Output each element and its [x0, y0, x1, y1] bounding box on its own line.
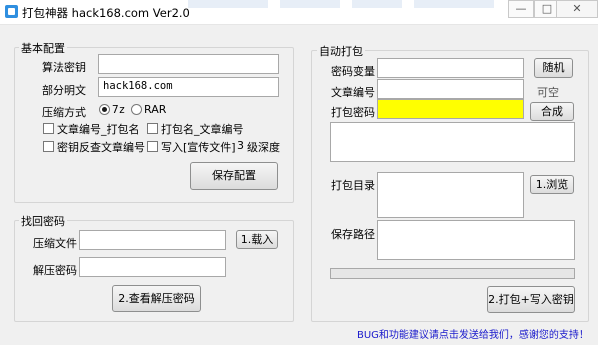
blurred-tab: [188, 0, 268, 8]
save-path-label: 保存路径: [331, 228, 375, 241]
blurred-tab: [414, 0, 494, 8]
window-title: 打包神器 hack168.com Ver2.0: [22, 6, 190, 20]
compressed-file-label: 压缩文件: [33, 237, 77, 250]
auto-pack-title: 自动打包: [317, 43, 365, 59]
algo-key-input[interactable]: [98, 54, 279, 74]
checkbox-pack-num-label: 打包名_文章编号: [161, 123, 244, 136]
checkbox-write-promo-label: 写入[宣传文件]: [161, 141, 236, 154]
plaintext-label: 部分明文: [42, 84, 86, 97]
save-config-button[interactable]: 保存配置: [190, 162, 278, 190]
password-var-label: 密码变量: [331, 65, 375, 78]
unzip-password-label: 解压密码: [33, 264, 77, 277]
checkbox-key-lookup-label: 密钥反查文章编号: [57, 141, 145, 154]
depth-suffix: 级深度: [247, 141, 280, 154]
output-textarea[interactable]: [330, 122, 575, 162]
blurred-tab: [352, 0, 402, 8]
checkbox-num-pack-label: 文章编号_打包名: [57, 123, 140, 136]
close-button[interactable]: ✕: [556, 0, 598, 18]
pack-password-label: 打包密码: [331, 106, 375, 119]
unzip-password-input[interactable]: [79, 257, 226, 277]
pack-dir-input[interactable]: [377, 172, 524, 218]
checkbox-pack-num[interactable]: [147, 123, 158, 134]
browse-button[interactable]: 1.浏览: [530, 175, 574, 194]
view-password-button[interactable]: 2.查看解压密码: [112, 285, 201, 312]
radio-rar[interactable]: [131, 104, 142, 115]
basic-config-title: 基本配置: [19, 40, 67, 56]
checkbox-write-promo[interactable]: [147, 141, 158, 152]
minimize-button[interactable]: —: [508, 0, 534, 18]
save-path-input[interactable]: [377, 220, 575, 260]
combine-button[interactable]: 合成: [530, 102, 574, 121]
checkbox-num-pack[interactable]: [43, 123, 54, 134]
feedback-link[interactable]: BUG和功能建议请点击发送给我们，感谢您的支持！: [357, 326, 589, 341]
password-var-input[interactable]: [377, 58, 524, 78]
blurred-tab: [280, 0, 340, 8]
article-number-input[interactable]: [377, 79, 524, 99]
algo-key-label: 算法密钥: [42, 61, 86, 74]
progress-bar: [330, 268, 575, 279]
app-icon: [5, 5, 18, 18]
article-number-label: 文章编号: [331, 86, 375, 99]
radio-7z[interactable]: [99, 104, 110, 115]
pack-write-key-button[interactable]: 2.打包+写入密钥: [487, 286, 575, 313]
recover-password-title: 找回密码: [19, 213, 67, 229]
depth-value[interactable]: 3: [237, 139, 244, 152]
plaintext-input[interactable]: hack168.com: [98, 77, 279, 97]
pack-dir-label: 打包目录: [331, 179, 375, 192]
app-window: 打包神器 hack168.com Ver2.0 — □ ✕ 基本配置 算法密钥 …: [0, 0, 598, 345]
compressed-file-input[interactable]: [79, 230, 226, 250]
article-number-hint: 可空: [537, 86, 559, 99]
random-button[interactable]: 随机: [534, 58, 573, 78]
compress-label: 压缩方式: [42, 106, 86, 119]
radio-7z-label: 7z: [112, 103, 126, 116]
checkbox-key-lookup[interactable]: [43, 141, 54, 152]
title-bar: 打包神器 hack168.com Ver2.0 — □ ✕: [0, 0, 598, 25]
pack-password-input[interactable]: [377, 99, 524, 119]
load-button[interactable]: 1.载入: [236, 230, 278, 249]
radio-rar-label: RAR: [144, 103, 167, 116]
